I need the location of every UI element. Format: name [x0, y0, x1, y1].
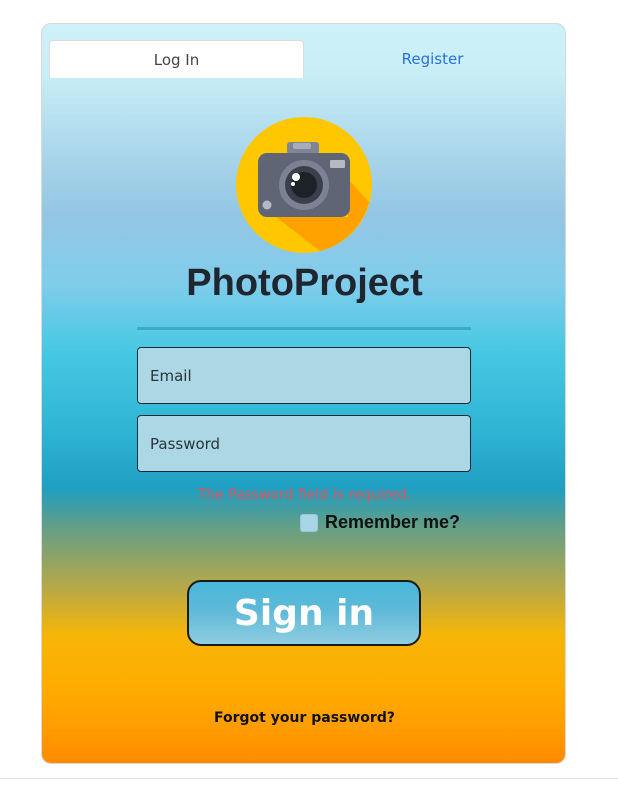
tab-login[interactable]: Log In: [49, 40, 304, 78]
remember-me-label[interactable]: Remember me?: [325, 512, 460, 533]
login-card: Log In Register PhotoProject Email The P…: [41, 23, 566, 764]
password-field[interactable]: [137, 415, 471, 472]
remember-me[interactable]: Remember me?: [300, 512, 460, 533]
title-divider: [137, 327, 471, 330]
forgot-password-link[interactable]: Forgot your password?: [42, 710, 565, 726]
app-title: PhotoProject: [186, 262, 423, 304]
camera-icon: [236, 117, 372, 253]
password-error-message: The Password field is required.: [197, 487, 412, 503]
remember-me-checkbox[interactable]: [300, 513, 318, 532]
page: Log In Register PhotoProject Email The P…: [0, 0, 618, 794]
email-field[interactable]: [137, 347, 471, 404]
page-divider: [0, 778, 618, 779]
auth-tabs: Log In Register: [49, 40, 560, 78]
sign-in-button[interactable]: Sign in: [187, 580, 421, 646]
tab-register[interactable]: Register: [305, 40, 560, 78]
